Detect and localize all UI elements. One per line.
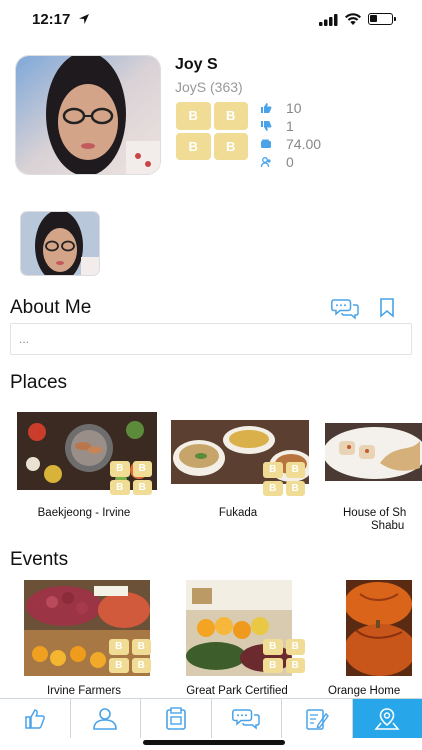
about-me-heading: About Me — [10, 297, 92, 318]
badge-letter: B — [176, 132, 211, 160]
event-image — [346, 580, 412, 676]
badge-letter: B — [263, 657, 283, 673]
badge-letter: B — [132, 461, 152, 477]
stat-value: 74.00 — [286, 136, 322, 152]
stat-followers: 0 — [260, 153, 321, 171]
users-icon — [260, 157, 271, 168]
place-name-line: Shabu — [371, 520, 405, 532]
thumbs-down-icon — [261, 121, 272, 131]
edit-document-icon — [306, 708, 329, 730]
badge-letter: B — [131, 657, 151, 673]
place-name: Baekjeong - Irvine — [37, 507, 131, 519]
profile-badge: B B B B — [176, 102, 248, 160]
stat-value: 10 — [286, 100, 302, 116]
badge-letter: B — [109, 639, 129, 655]
cellular-signal-icon — [319, 14, 338, 26]
place-card[interactable]: House of Sh Shabu — [325, 423, 422, 535]
place-image — [325, 423, 422, 481]
event-name: Irvine Farmers — [46, 685, 122, 697]
badge-letter: B — [285, 462, 305, 478]
profile-photo-thumbnail[interactable] — [20, 211, 100, 276]
place-badge: B B B B — [110, 461, 152, 495]
badge-letter: B — [285, 639, 305, 655]
home-indicator[interactable] — [143, 740, 285, 745]
place-name: Fukada — [218, 507, 258, 519]
badge-letter: B — [131, 639, 151, 655]
badge-letter: B — [263, 462, 283, 478]
stat-dislikes: 1 — [260, 117, 321, 135]
tab-likes[interactable] — [0, 699, 71, 738]
places-heading: Places — [10, 372, 68, 393]
profile-avatar-large[interactable] — [15, 55, 161, 175]
location-arrow-icon — [79, 14, 89, 24]
event-badge: B B B B — [109, 639, 151, 673]
thumbs-up-icon — [261, 103, 272, 113]
place-card[interactable]: B B B B Baekjeong - Irvine — [17, 412, 157, 532]
badge-letter: B — [109, 657, 129, 673]
wifi-icon — [345, 13, 361, 25]
tab-messages[interactable] — [212, 699, 282, 738]
stat-value: 1 — [286, 118, 294, 134]
badge-letter: B — [176, 102, 211, 130]
tab-documents[interactable] — [141, 699, 212, 738]
badge-letter: B — [132, 479, 152, 495]
tab-profile[interactable] — [71, 699, 141, 738]
event-card[interactable]: B B B B Great Park Certified — [186, 580, 318, 698]
badge-letter: B — [263, 480, 283, 496]
map-pin-icon — [374, 707, 400, 730]
tab-reviews[interactable] — [282, 699, 353, 738]
battery-icon — [368, 13, 396, 25]
place-badge: B B B B — [263, 462, 305, 496]
event-name: Great Park Certified — [186, 685, 288, 697]
place-name: House of Sh Shabu — [343, 507, 422, 533]
wallet-icon — [261, 139, 271, 148]
event-name: Orange Home — [328, 685, 401, 697]
stat-wallet: 74.00 — [260, 135, 321, 153]
tab-map[interactable] — [352, 699, 422, 738]
chat-bubbles-icon[interactable] — [331, 298, 359, 320]
chat-bubbles-icon — [232, 708, 260, 730]
event-card[interactable]: B B B B Irvine Farmers — [24, 580, 154, 698]
profile-handle: JoyS (363) — [175, 79, 243, 95]
profile-stats: 10 1 74.00 0 — [260, 99, 321, 171]
thumbs-up-icon — [25, 708, 45, 729]
badge-letter: B — [213, 132, 248, 160]
bookmark-icon[interactable] — [379, 298, 395, 318]
event-card[interactable]: Orange Home — [328, 580, 422, 698]
document-icon — [165, 706, 186, 730]
profile-name: Joy S — [175, 56, 218, 73]
status-time: 12:17 — [32, 11, 71, 28]
badge-letter: B — [213, 102, 248, 130]
badge-letter: B — [285, 480, 305, 496]
badge-letter: B — [263, 639, 283, 655]
about-me-text: ... — [10, 323, 412, 355]
stat-likes: 10 — [260, 99, 321, 117]
events-heading: Events — [10, 549, 69, 570]
badge-letter: B — [285, 657, 305, 673]
event-badge: B B B B — [263, 639, 305, 673]
badge-letter: B — [110, 479, 130, 495]
stat-value: 0 — [286, 154, 294, 170]
bottom-tab-bar — [0, 698, 422, 738]
place-name-line: House of Sh — [343, 507, 407, 519]
person-icon — [93, 707, 118, 730]
place-card[interactable]: B B B B Fukada — [171, 420, 311, 532]
badge-letter: B — [110, 461, 130, 477]
status-bar: 12:17 — [0, 0, 422, 40]
